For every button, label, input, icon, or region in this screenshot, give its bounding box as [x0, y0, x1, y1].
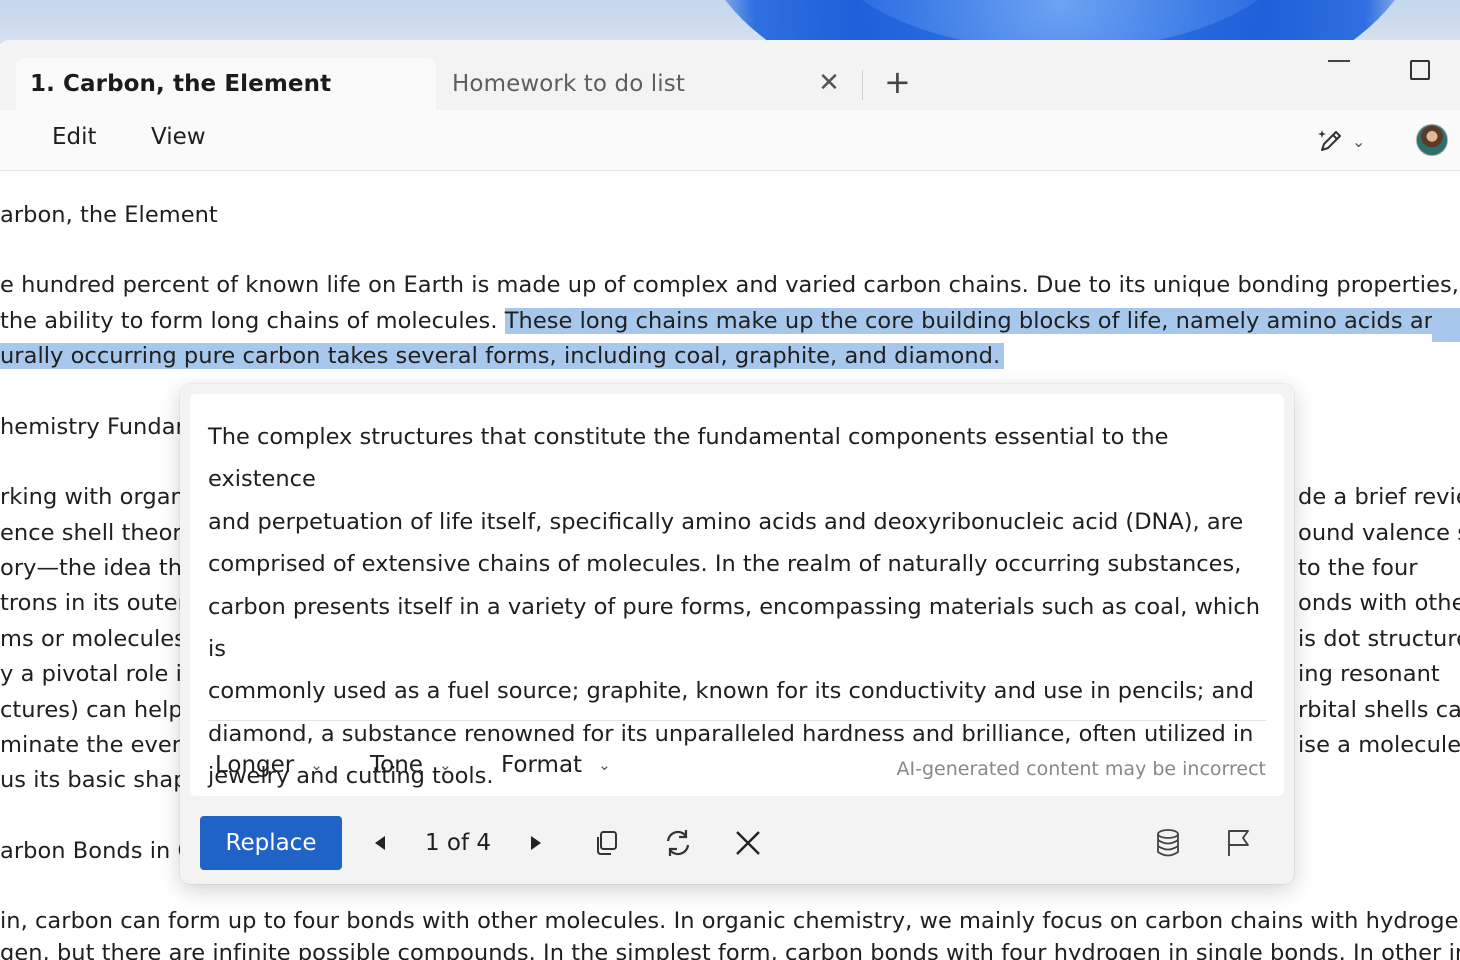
doc-line-left: trons in its outer: [0, 590, 187, 616]
tab-homework[interactable]: Homework to do list ✕: [452, 58, 852, 110]
doc-line-left: ence shell theory,: [0, 520, 203, 546]
length-label: Longer: [215, 752, 295, 778]
tab-separator: [862, 70, 863, 100]
doc-line-left: rking with organi: [0, 484, 192, 510]
copy-button[interactable]: [588, 816, 624, 870]
doc-paragraph-line: the ability to form long chains of molec…: [0, 308, 1460, 334]
rewrite-suggestion-text: The complex structures that constitute t…: [208, 416, 1268, 798]
doc-line-left: us its basic shap: [0, 767, 188, 793]
maximize-button[interactable]: [1410, 60, 1430, 80]
doc-text: the ability to form long chains of molec…: [0, 308, 505, 334]
ai-disclaimer: AI-generated content may be incorrect: [896, 758, 1267, 780]
tone-label: Tone: [370, 752, 423, 778]
flag-icon: [1228, 830, 1249, 856]
doc-line-left: ms or molecules.: [0, 626, 194, 652]
doc-line-right: de a brief revie: [1298, 484, 1460, 510]
tone-dropdown[interactable]: Tone ⌄: [370, 752, 452, 778]
doc-heading: arbon Bonds in C: [0, 838, 194, 864]
regenerate-button[interactable]: [658, 816, 698, 870]
selection-overflow: [1432, 308, 1460, 342]
discard-button[interactable]: [730, 816, 766, 870]
doc-title: arbon, the Element: [0, 202, 218, 228]
divider: [208, 720, 1266, 721]
selected-text: These long chains make up the core build…: [504, 308, 1460, 334]
chevron-down-icon: ⌄: [598, 756, 611, 774]
close-tab-icon[interactable]: ✕: [818, 70, 840, 96]
rewrite-suggestion-card: The complex structures that constitute t…: [190, 394, 1284, 796]
doc-line-right: onds with othe: [1298, 590, 1460, 616]
rewrite-line: The complex structures that constitute t…: [208, 424, 1169, 493]
menu-edit[interactable]: Edit: [52, 124, 97, 150]
rewrite-line: comprised of extensive chains of molecul…: [208, 551, 1242, 578]
chevron-down-icon: ⌄: [438, 756, 452, 774]
doc-heading: hemistry Fundan: [0, 414, 190, 440]
doc-line-left: y a pivotal role in: [0, 661, 197, 687]
triangle-left-icon: [375, 836, 385, 850]
doc-line-left: ctures) can help: [0, 697, 183, 723]
rewrite-line: and perpetuation of life itself, specifi…: [208, 508, 1244, 535]
new-tab-button[interactable]: +: [884, 64, 911, 100]
menu-view[interactable]: View: [151, 124, 206, 150]
database-icon: [1157, 829, 1179, 857]
doc-line-right: is dot structure: [1298, 626, 1460, 652]
tab-label: Homework to do list: [452, 71, 685, 97]
doc-line-right: rbital shells can: [1298, 697, 1460, 723]
previous-button[interactable]: [366, 816, 394, 870]
doc-paragraph-line: gen, but there are infinite possible com…: [0, 940, 1460, 960]
minimize-button[interactable]: [1328, 60, 1350, 62]
copilot-rewrite-button[interactable]: ⌄: [1316, 124, 1376, 158]
pen-sparkle-icon: [1318, 130, 1341, 151]
doc-paragraph-line: urally occurring pure carbon takes sever…: [0, 343, 1005, 369]
doc-paragraph-line: in, carbon can form up to four bonds wit…: [0, 908, 1460, 934]
doc-line-left: ory—the idea tha: [0, 555, 196, 581]
doc-line-right: to the four: [1298, 555, 1418, 581]
copy-icon: [597, 831, 617, 855]
desktop-wallpaper: [0, 0, 1460, 44]
chevron-down-icon: ⌄: [1352, 131, 1366, 151]
tab-label: 1. Carbon, the Element: [30, 71, 332, 97]
tab-carbon[interactable]: 1. Carbon, the Element: [16, 58, 436, 110]
tab-strip: 1. Carbon, the Element Homework to do li…: [0, 40, 1460, 110]
doc-line-right: ing resonant: [1298, 661, 1440, 687]
report-button[interactable]: [1220, 816, 1256, 870]
suggestion-counter: 1 of 4: [424, 830, 492, 856]
triangle-right-icon: [531, 836, 541, 850]
format-label: Format: [501, 752, 583, 778]
length-dropdown[interactable]: Longer ⌄: [215, 752, 323, 778]
refresh-icon: [666, 830, 690, 856]
user-avatar[interactable]: [1416, 124, 1448, 156]
sources-button[interactable]: [1150, 816, 1186, 870]
format-dropdown[interactable]: Format ⌄: [501, 752, 611, 778]
doc-paragraph-line: e hundred percent of known life on Earth…: [0, 272, 1460, 298]
menu-bar: Edit View ⌄: [0, 110, 1460, 171]
rewrite-line: commonly used as a fuel source; graphite…: [208, 678, 1254, 705]
chevron-down-icon: ⌄: [310, 756, 323, 774]
doc-line-right: ound valence sl: [1298, 520, 1460, 546]
replace-button[interactable]: Replace: [200, 816, 342, 870]
close-icon: [736, 831, 760, 855]
next-button[interactable]: [522, 816, 550, 870]
doc-line-right: ise a molecule: [1298, 732, 1460, 758]
doc-line-left: minate the event: [0, 732, 195, 758]
rewrite-popup: The complex structures that constitute t…: [180, 384, 1294, 884]
selected-text: urally occurring pure carbon takes sever…: [0, 343, 1005, 369]
rewrite-line: carbon presents itself in a variety of p…: [208, 593, 1261, 663]
